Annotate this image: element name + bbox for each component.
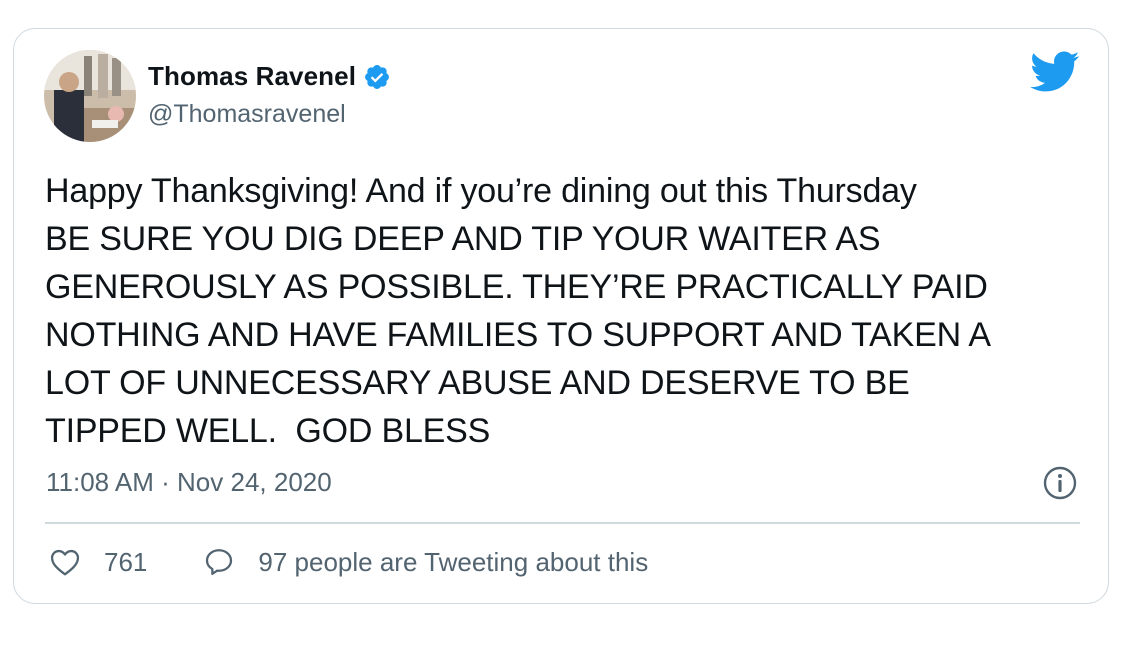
avatar-photo xyxy=(44,50,136,142)
conversation-link[interactable]: 97 people are Tweeting about this xyxy=(203,546,648,578)
info-icon[interactable] xyxy=(1042,465,1078,501)
verified-badge-icon xyxy=(363,63,391,91)
speech-bubble-icon xyxy=(206,549,233,575)
divider xyxy=(45,522,1080,524)
twitter-bird-icon[interactable] xyxy=(1030,51,1080,93)
like-button[interactable]: 761 xyxy=(49,546,147,578)
action-bar: 761 97 people are Tweeting about this xyxy=(49,546,648,578)
author-name[interactable]: Thomas Ravenel xyxy=(148,61,356,92)
like-count: 761 xyxy=(104,546,148,577)
tweet-card[interactable]: Thomas Ravenel @Thomasravenel Happy Than… xyxy=(13,28,1109,604)
conversation-label: 97 people are Tweeting about this xyxy=(258,546,649,577)
tweet-text: Happy Thanksgiving! And if you’re dining… xyxy=(45,172,991,450)
heart-icon xyxy=(50,549,80,576)
author-handle[interactable]: @Thomasravenel xyxy=(148,100,346,129)
tweet-timestamp[interactable]: 11:08 AM · Nov 24, 2020 xyxy=(46,467,332,498)
avatar[interactable] xyxy=(44,50,136,142)
